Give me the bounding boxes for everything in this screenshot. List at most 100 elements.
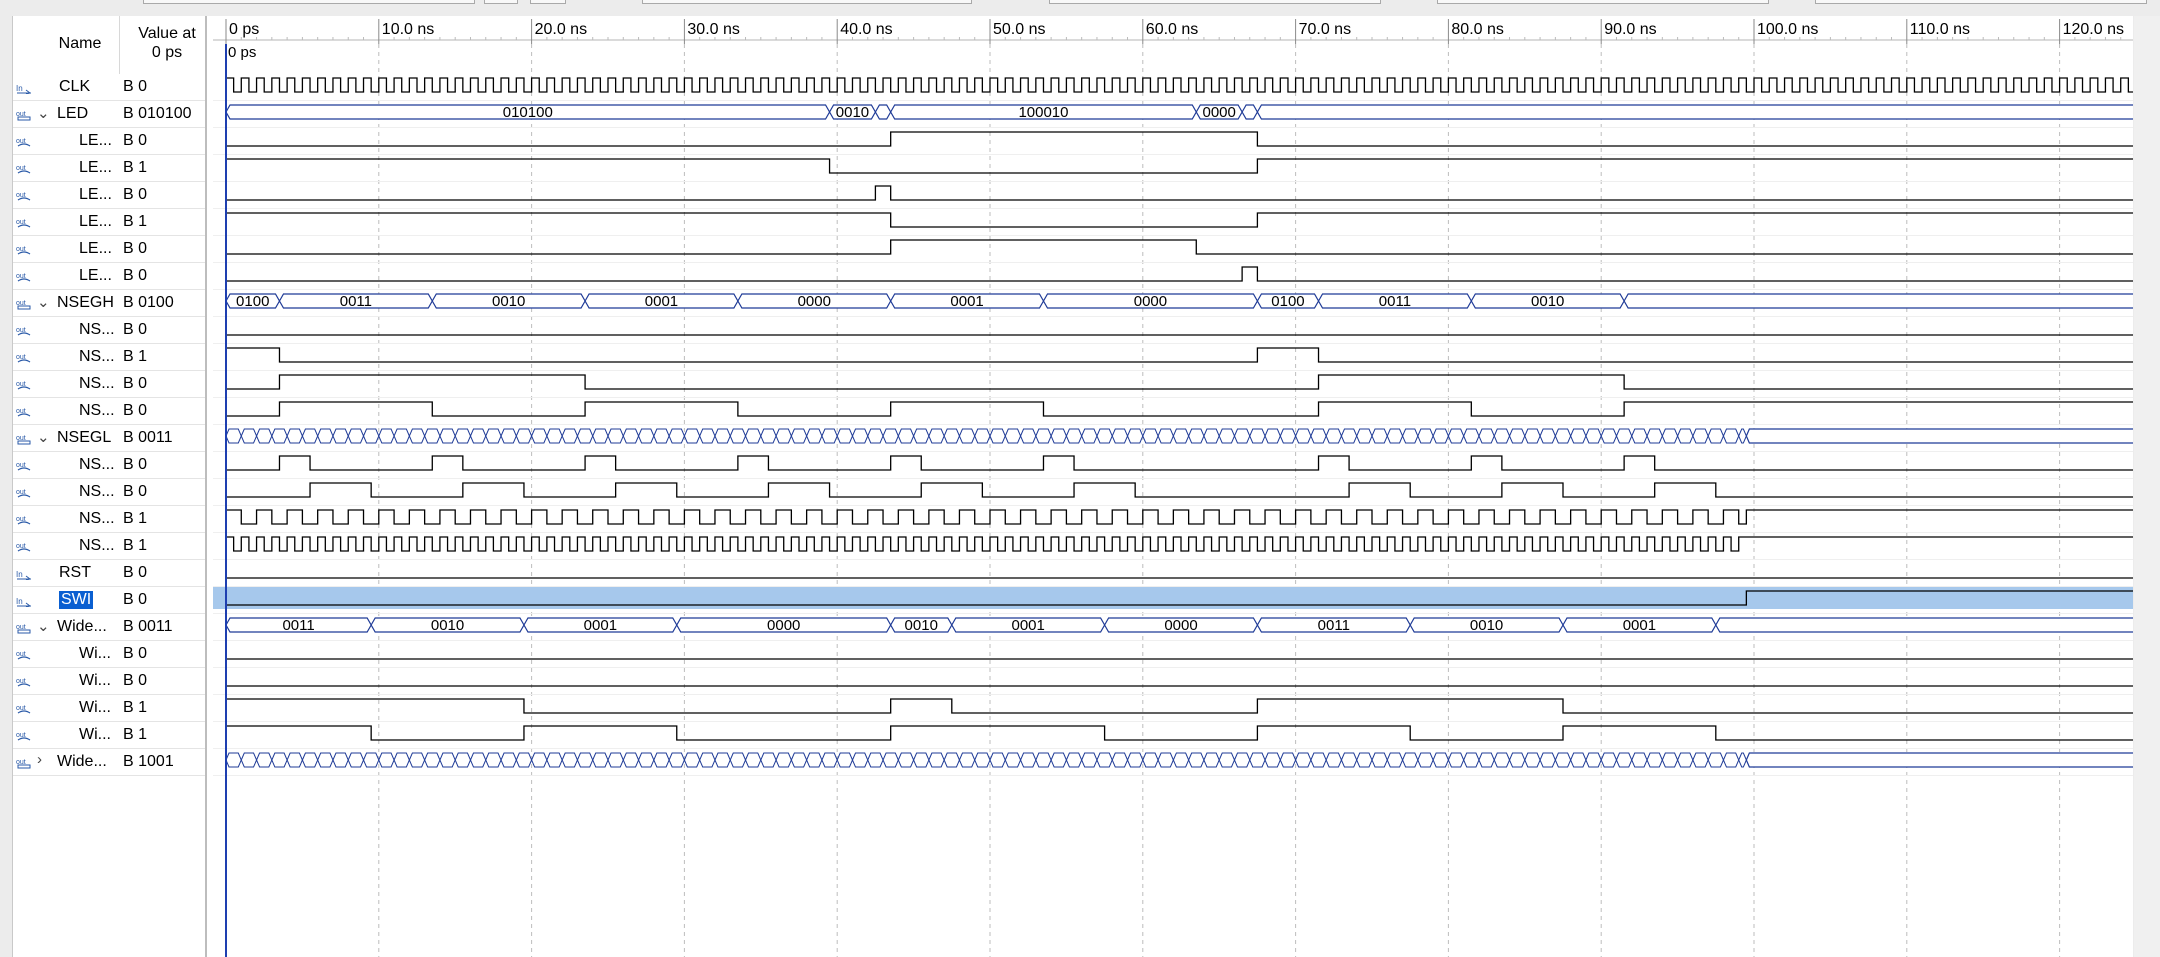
bus-segment <box>1371 428 1388 444</box>
toolbar-field-3[interactable] <box>1049 0 1381 4</box>
signal-waveform <box>226 185 2133 201</box>
chevron-down-icon[interactable]: ⌄ <box>37 428 51 446</box>
selected-row-highlight <box>213 587 2133 609</box>
signal-row[interactable]: out NS... B 0 <box>13 452 205 479</box>
bus-segment <box>790 752 808 768</box>
signal-row[interactable]: out NS... B 0 <box>13 398 205 425</box>
signal-value: B 1 <box>123 213 148 230</box>
bus-segment <box>1570 752 1587 768</box>
signal-row[interactable]: out LE... B 0 <box>13 128 205 155</box>
bus-segment <box>790 428 808 444</box>
bus-segment <box>1310 752 1327 768</box>
bus-segment <box>393 428 410 444</box>
signal-value: B 1 <box>123 159 148 176</box>
name-column-header[interactable]: Name <box>45 35 115 53</box>
signal-row[interactable]: out LE... B 1 <box>13 155 205 182</box>
signal-row[interactable]: out ⌄ NSEGL B 0011 <box>13 425 205 452</box>
toolbar-field-1[interactable] <box>143 0 475 4</box>
chevron-right-icon[interactable]: › <box>37 751 51 768</box>
signal-waveform <box>226 374 2133 390</box>
bus-value-label: 0010 <box>836 104 869 121</box>
signal-row[interactable]: In CLK B 0 <box>13 74 205 101</box>
toolbar-field-2[interactable] <box>642 0 972 4</box>
signal-row[interactable]: out ⌄ Wide... B 0011 <box>13 614 205 641</box>
bus-value-label: 0100 <box>1271 293 1304 310</box>
signal-row[interactable]: out ⌄ LED B 010100 <box>13 101 205 128</box>
bus-segment <box>1035 428 1052 444</box>
vertical-scrollbar[interactable] <box>2134 16 2160 957</box>
bus-segment <box>1738 752 1747 768</box>
signal-name: NS... <box>79 510 115 527</box>
bus-segment <box>622 428 640 444</box>
output-icon: out <box>16 729 32 741</box>
signal-value: B 0 <box>123 267 148 284</box>
output-icon: out <box>16 351 32 363</box>
toolbar-button-2[interactable] <box>530 0 566 4</box>
bus-segment <box>1508 428 1526 444</box>
bus-segment <box>974 752 991 768</box>
signal-row[interactable]: out NS... B 0 <box>13 479 205 506</box>
bus-segment <box>485 428 502 444</box>
toolbar-field-5[interactable] <box>1815 0 2147 4</box>
time-axis-label: 70.0 ns <box>1299 21 1351 38</box>
bus-segment <box>301 428 319 444</box>
bus-segment <box>638 428 655 444</box>
bus-segment <box>653 428 670 444</box>
bus-segment <box>1715 617 2133 633</box>
waveform-area[interactable]: 0 ps 10.0 ns 20.0 ns 30.0 ns 40.0 ns 50.0 ns 6… <box>213 16 2133 957</box>
bus-segment <box>1081 428 1098 444</box>
waveform-canvas[interactable]: 0 ps 10.0 ns 20.0 ns 30.0 ns 40.0 ns 50.0 ns 6… <box>213 16 2133 957</box>
bus-segment <box>874 104 892 120</box>
signal-row[interactable]: out Wi... B 0 <box>13 641 205 668</box>
bus-segment <box>1142 428 1159 444</box>
signal-row[interactable]: out NS... B 0 <box>13 371 205 398</box>
signal-row[interactable]: out LE... B 1 <box>13 209 205 236</box>
signal-row[interactable]: out LE... B 0 <box>13 263 205 290</box>
signal-row[interactable]: out LE... B 0 <box>13 182 205 209</box>
time-axis-label: 40.0 ns <box>840 21 892 38</box>
header-separator[interactable] <box>119 16 120 74</box>
bus-segment <box>1463 752 1480 768</box>
signal-row[interactable]: out › Wide... B 1001 <box>13 749 205 776</box>
bus-segment <box>1142 752 1159 768</box>
bus-segment <box>1172 752 1190 768</box>
bus-segment <box>301 752 319 768</box>
bus-segment <box>1585 428 1602 444</box>
chevron-down-icon[interactable]: ⌄ <box>37 104 51 122</box>
bus-segment <box>317 752 334 768</box>
bus-segment <box>1157 428 1174 444</box>
signal-row[interactable]: out NS... B 0 <box>13 317 205 344</box>
signal-row[interactable]: In SWI B 0 <box>13 587 205 614</box>
bus-segment <box>1249 752 1266 768</box>
bus-segment <box>362 752 380 768</box>
value-column-header[interactable]: Value at 0 ps <box>128 24 206 62</box>
chevron-down-icon[interactable]: ⌄ <box>37 617 51 635</box>
signal-row[interactable]: out ⌄ NSEGH B 0100 <box>13 290 205 317</box>
signal-row[interactable]: out LE... B 0 <box>13 236 205 263</box>
signal-name: Wi... <box>79 699 111 716</box>
bus-segment <box>1745 428 2133 444</box>
bus-segment <box>897 428 915 444</box>
bus-segment <box>1241 104 1259 120</box>
bus-segment <box>1371 752 1388 768</box>
output-icon: out <box>16 162 32 174</box>
bus-segment <box>240 752 258 768</box>
signal-value: B 0 <box>123 483 148 500</box>
toolbar-field-4[interactable] <box>1437 0 1769 4</box>
chevron-down-icon[interactable]: ⌄ <box>37 293 51 311</box>
signal-row[interactable]: out Wi... B 0 <box>13 668 205 695</box>
signal-row[interactable]: out Wi... B 1 <box>13 695 205 722</box>
toolbar-button-1[interactable] <box>484 0 518 4</box>
bus-segment <box>1264 752 1281 768</box>
signal-name: LE... <box>79 186 112 203</box>
bus-segment <box>469 752 487 768</box>
signal-row[interactable]: out Wi... B 1 <box>13 722 205 749</box>
output-icon: out <box>16 378 32 390</box>
signal-row[interactable]: out NS... B 1 <box>13 344 205 371</box>
signal-row[interactable]: In RST B 0 <box>13 560 205 587</box>
bus-segment <box>1493 752 1511 768</box>
input-icon: In <box>16 81 32 95</box>
bus-segment <box>867 428 884 444</box>
signal-row[interactable]: out NS... B 1 <box>13 506 205 533</box>
signal-row[interactable]: out NS... B 1 <box>13 533 205 560</box>
